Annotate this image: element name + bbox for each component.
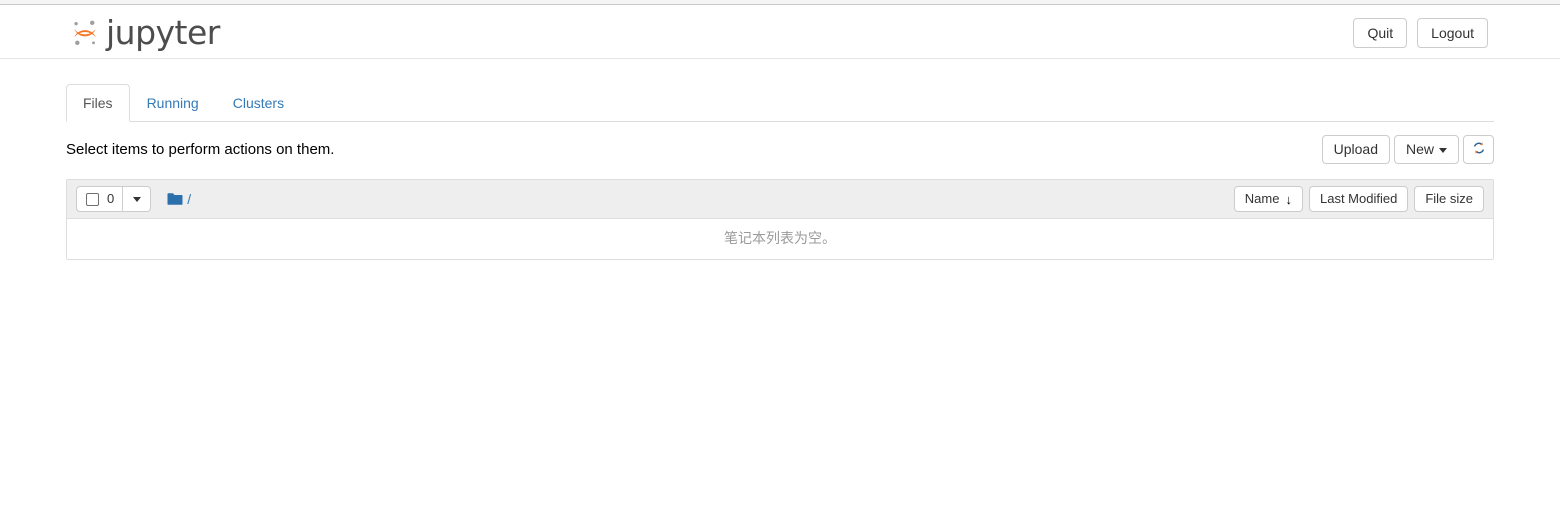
brand-name: jupyter (106, 13, 220, 52)
upload-button[interactable]: Upload (1321, 135, 1390, 164)
sort-by-file-size-button[interactable]: File size (1414, 186, 1484, 212)
select-all-group: 0 (76, 186, 152, 212)
refresh-icon (1472, 141, 1486, 159)
chevron-down-icon (132, 196, 141, 202)
file-list-body: 笔记本列表为空。 (67, 219, 1493, 259)
sort-by-name-label: Name (1244, 191, 1280, 206)
file-list-panel: 0 / Name ↓ Last Modified File size 笔记本列表… (66, 179, 1494, 260)
quit-button[interactable]: Quit (1353, 18, 1408, 48)
select-all-checkbox[interactable] (86, 192, 99, 206)
selected-count: 0 (107, 191, 115, 206)
tab-bar: Files Running Clusters (66, 84, 1494, 122)
new-dropdown-button[interactable]: New (1393, 135, 1459, 164)
chevron-down-icon (1439, 147, 1447, 153)
toolbar: Select items to perform actions on them.… (66, 132, 1494, 178)
page-header: jupyter Quit Logout (0, 5, 1560, 59)
select-all-button[interactable]: 0 (76, 186, 124, 212)
selection-hint: Select items to perform actions on them. (66, 141, 335, 158)
refresh-button[interactable] (1463, 135, 1494, 164)
tab-clusters[interactable]: Clusters (216, 84, 301, 122)
breadcrumb-path: / (187, 191, 192, 207)
header-button-group: Quit Logout (1353, 18, 1488, 48)
folder-icon (167, 192, 183, 206)
file-list-header: 0 / Name ↓ Last Modified File size (67, 180, 1493, 219)
new-dropdown-label: New (1405, 141, 1434, 157)
sort-by-name-button[interactable]: Name ↓ (1233, 186, 1303, 212)
logout-button[interactable]: Logout (1417, 18, 1488, 48)
empty-list-message: 笔记本列表为空。 (724, 231, 836, 247)
select-menu-button[interactable] (123, 186, 152, 212)
toolbar-actions: Upload New (1321, 135, 1494, 164)
main-container: Files Running Clusters Select items to p… (66, 59, 1494, 260)
sort-direction-icon: ↓ (1285, 191, 1292, 207)
jupyter-brand[interactable]: jupyter (68, 11, 220, 55)
tab-files[interactable]: Files (66, 84, 130, 122)
jupyter-logo-icon (68, 16, 102, 50)
file-list-header-left: 0 / (76, 186, 1234, 212)
sort-by-last-modified-button[interactable]: Last Modified (1308, 186, 1409, 212)
sort-button-group: Name ↓ Last Modified File size (1233, 186, 1484, 212)
tab-running[interactable]: Running (130, 84, 216, 122)
breadcrumb[interactable]: / (167, 191, 191, 207)
